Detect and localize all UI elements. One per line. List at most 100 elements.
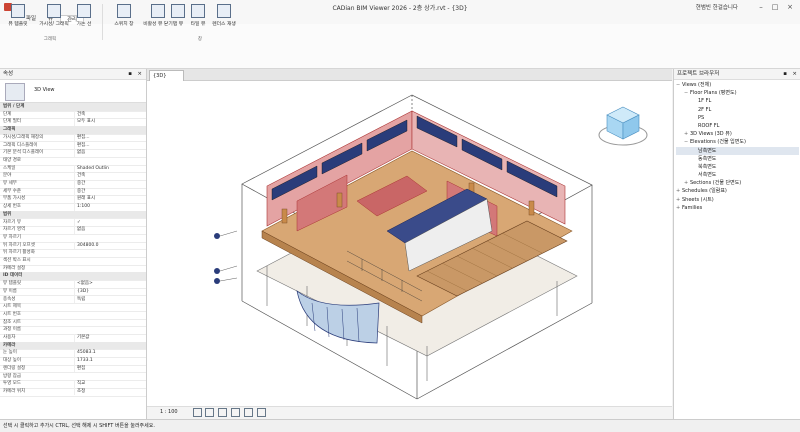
property-value[interactable]: 없음 [74,226,147,234]
visibility-graphics-button[interactable]: 가시성/ 그래픽 [38,4,70,36]
property-key: 카메라 [3,342,16,348]
lightbulb-icon[interactable] [244,408,253,417]
property-value[interactable]: 조정 [74,387,147,396]
type-selector[interactable]: 3D View [0,80,146,103]
viewcube-icon[interactable] [593,99,653,159]
browser-tree-item[interactable]: 동측면도 [676,155,799,163]
close-icon[interactable]: × [137,69,142,79]
browser-tree-item[interactable]: 서측면도 [676,171,799,179]
grid-marker-icon [214,233,220,284]
property-key: 렌더링 설정 [3,365,26,371]
property-value[interactable]: 모두 표시 [74,118,147,126]
pin-icon[interactable]: ▪ [783,69,787,79]
browser-tree-item[interactable]: +3D Views (3D 뷰) [676,130,799,138]
property-value[interactable]: 편집... [74,141,147,149]
browser-tree-item[interactable]: − Elevations (건물 입면도) [676,138,799,146]
property-key: 뷰 세부 [3,181,17,186]
browser-tree-item[interactable]: 북측면도 [676,163,799,171]
property-key: 방향 잠금 [3,373,21,379]
view-scale[interactable]: 1 : 100 [160,409,178,415]
crop-view-icon[interactable] [231,408,240,417]
tree-item-label: Schedules (일람표) [682,188,727,195]
view-template-button[interactable]: 뷰 템플릿 [2,4,34,36]
property-value[interactable]: 1733.1 [74,357,147,365]
maximize-icon[interactable]: □ [770,2,780,12]
property-value[interactable]: 304800.0 [74,241,147,250]
browser-tree-item[interactable]: + Sheets (시트) [676,196,799,204]
properties-header: 속성 × ▪ [0,69,146,80]
browser-tree-item[interactable]: 2F FL [676,106,799,114]
detail-level-icon[interactable] [193,408,202,417]
property-key: 그래픽 디스플레이 [3,142,38,148]
close-icon[interactable]: × [792,69,797,79]
project-browser: 프로젝트 브라우저 × ▪ − Views (전체) − Floor Plans (평면도… [673,69,800,419]
render-button[interactable]: 렌더스 재생 [208,4,240,36]
ribbon-group-graphics: 그래픽 [43,37,57,42]
browser-tree-item[interactable]: + Sections (건물 단면도) [676,179,799,187]
browser-tree-item[interactable]: − Views (전체) [676,81,799,89]
property-value[interactable]: Shaded Outlin [74,164,147,173]
property-value[interactable]: <없음> [74,280,147,288]
property-value[interactable]: 없음 [74,149,147,157]
browser-tree-item[interactable]: 1F FL [676,97,799,105]
close-icon[interactable]: × [785,2,795,12]
browser-tree-item[interactable]: ROOF FL [676,122,799,130]
property-value[interactable]: 중간 [74,187,147,196]
tree-item-label: 북측면도 [698,163,717,170]
pin-icon[interactable]: ▪ [128,69,132,79]
property-key: 사용자 [3,335,16,340]
property-row[interactable]: 카메라 위치 조정 [0,387,147,397]
switch-window-icon [117,4,131,18]
property-value[interactable]: 중간 [74,180,147,188]
thin-lines-button[interactable]: 가는 선 [68,4,100,36]
property-key: 종속성 [3,296,16,302]
browser-tree-item[interactable]: − Floor Plans (평면도) [676,89,799,97]
visual-style-icon[interactable] [205,408,214,417]
property-value[interactable]: 직교 [74,380,147,388]
view-tab-3d[interactable]: {3D} [149,70,184,81]
show-hide-icon[interactable] [257,408,266,417]
minimize-icon[interactable]: – [756,2,766,12]
property-key: 단계 필터 [3,119,21,125]
property-value[interactable]: 건축 [74,110,147,119]
browser-tree: − Views (전체) − Floor Plans (평면도) 1F FL 2F FL P… [676,81,799,212]
status-bar: 선택 시 클릭하고 추가시 CTRL, 선택 해제 시 SHIFT 버튼을 눌러… [0,419,800,432]
tree-item-label: 1F FL [698,98,712,105]
browser-tree-item[interactable]: 남측면도 [676,146,799,155]
browser-tree-item[interactable]: + Families [676,204,799,212]
property-value[interactable]: 1:100 [74,203,147,211]
property-key: 카메라 위치 [3,388,26,394]
property-value[interactable]: 편집 [74,364,147,373]
property-value[interactable]: {3D} [74,287,147,296]
property-key: 태양 경로 [3,157,21,163]
property-value[interactable]: 독립 [74,295,147,303]
tree-item-label: ROOF FL [698,122,720,129]
3d-view-icon [5,83,25,101]
ribbon-group-window: 창 [197,37,203,42]
render-icon [217,4,231,18]
sun-path-icon[interactable] [218,408,227,417]
property-value[interactable]: 원래 표시 [74,195,147,203]
property-key: 세부 수준 [3,188,21,194]
property-key: 뷰 자르기 [3,234,21,240]
property-key: 범위 [3,211,12,217]
ribbon-separator [102,4,103,40]
property-key: 참조 시트 [3,319,21,325]
browser-tree-item[interactable]: + Schedules (일람표) [676,187,799,195]
property-value[interactable]: 45083.1 [74,349,147,357]
property-key: 대상 높이 [3,358,21,364]
switch-window-button[interactable]: 스위치 창 [108,4,140,36]
property-key: 분야 [3,173,12,179]
tile-views-icon [191,4,205,18]
property-key: 부품 가시성 [3,196,26,202]
property-key: 뒤 자르기 오프셋 [3,242,35,248]
visibility-graphics-icon [47,4,61,18]
property-value[interactable]: 기본값 [74,334,147,342]
browser-tree-item[interactable]: PS [676,114,799,122]
property-value[interactable]: ✓ [74,218,147,226]
3d-viewport[interactable] [147,81,672,406]
property-value[interactable]: 편집... [74,133,147,142]
property-value[interactable]: 건축 [74,172,147,180]
user-name[interactable]: 현범빈 한걸습니다 [696,3,738,11]
property-key: ID 데이터 [3,273,23,279]
